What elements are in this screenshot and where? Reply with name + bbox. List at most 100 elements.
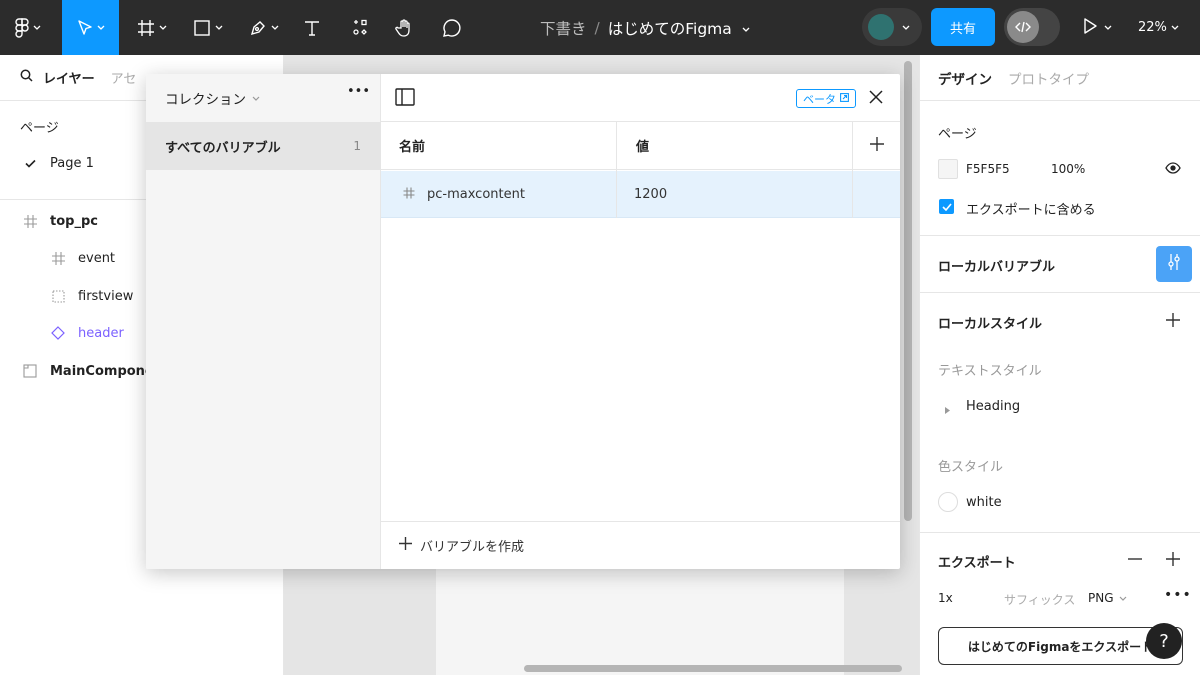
beta-badge[interactable]: ベータ (796, 89, 856, 108)
collections-dropdown[interactable]: コレクション (146, 74, 380, 122)
cursor-icon (77, 19, 93, 37)
share-button[interactable]: 共有 (931, 8, 995, 46)
file-name[interactable]: はじめてのFigma (608, 17, 732, 39)
caret-right-icon[interactable] (945, 403, 950, 418)
layer-name: top_pc (50, 213, 98, 229)
modal-header: ベータ (381, 74, 900, 122)
page-section-heading: ページ (938, 127, 977, 142)
collection-item[interactable]: すべてのバリアブル 1 (146, 122, 381, 170)
tab-layers[interactable]: レイヤー (43, 68, 95, 87)
variable-value-cell[interactable]: 1200 (634, 171, 667, 218)
create-variable-button[interactable]: バリアブルを作成 (381, 521, 900, 569)
code-icon (1007, 11, 1039, 43)
layer-item[interactable]: header (50, 315, 124, 351)
variable-name-cell[interactable]: pc-maxcontent (403, 171, 525, 218)
move-tool-button[interactable] (62, 0, 119, 55)
local-variables-modal: コレクション ••• すべてのバリアブル 1 ベータ 名前 値 pc-maxco… (146, 74, 900, 569)
project-name[interactable]: 下書き (540, 17, 587, 39)
column-header-name[interactable]: 名前 (381, 122, 617, 170)
collection-count: 1 (353, 139, 361, 153)
figma-logo-icon (15, 17, 29, 38)
horizontal-scrollbar[interactable] (524, 665, 902, 672)
create-variable-label: バリアブルを作成 (420, 540, 525, 555)
layer-name: firstview (78, 288, 134, 304)
file-title[interactable]: 下書き / はじめてのFigma (540, 0, 750, 55)
export-settings-more-icon[interactable]: ••• (1164, 587, 1192, 603)
tab-prototype[interactable]: プロトタイプ (1008, 68, 1089, 88)
checkmark-icon (22, 155, 38, 171)
chevron-down-icon (215, 25, 223, 31)
text-icon (303, 19, 321, 37)
page-name: Page 1 (50, 155, 94, 171)
frame-icon (137, 19, 155, 37)
local-variables-heading: ローカルバリアブル (938, 260, 1056, 275)
layer-name: event (78, 250, 116, 266)
help-button[interactable]: ? (1146, 623, 1182, 659)
minus-icon[interactable] (1128, 552, 1142, 570)
export-suffix-input[interactable]: サフィックス (1004, 591, 1075, 608)
zoom-dropdown[interactable]: 22% (1138, 0, 1179, 55)
eye-icon[interactable] (1165, 162, 1181, 178)
variable-row[interactable]: pc-maxcontent 1200 (381, 171, 900, 218)
column-divider (852, 122, 853, 218)
layer-item[interactable]: MainComponen (22, 353, 163, 389)
color-styles-heading: 色スタイル (938, 460, 1004, 475)
divider (920, 532, 1200, 533)
components-grid-icon (351, 19, 369, 37)
search-icon[interactable] (20, 69, 33, 86)
local-styles-heading: ローカルスタイル (938, 317, 1043, 332)
chevron-down-icon (1119, 591, 1127, 605)
export-heading: エクスポート (938, 556, 1016, 571)
comment-icon (442, 18, 462, 38)
close-icon[interactable] (867, 88, 885, 110)
multiplayer-avatar-button[interactable] (862, 8, 922, 46)
variable-name: pc-maxcontent (427, 187, 525, 202)
frame-icon (50, 250, 66, 266)
layer-item[interactable]: top_pc (22, 203, 98, 239)
export-format-select[interactable]: PNG (1088, 591, 1127, 605)
hand-tool-button[interactable] (390, 0, 420, 55)
variables-table-panel: ベータ 名前 値 pc-maxcontent 1200 バリアブルを作成 (381, 74, 900, 569)
main-menu-button[interactable] (0, 0, 56, 55)
beta-label: ベータ (803, 92, 836, 106)
rectangle-icon (193, 19, 211, 37)
color-style-item[interactable]: white (966, 495, 1002, 510)
frame-tool-button[interactable] (130, 0, 174, 55)
chevron-down-icon (1104, 20, 1112, 35)
tab-design[interactable]: デザイン (938, 68, 992, 88)
text-tool-button[interactable] (298, 0, 326, 55)
tab-assets[interactable]: アセ (111, 68, 137, 87)
hand-icon (395, 18, 415, 38)
shape-tool-button[interactable] (186, 0, 230, 55)
color-style-swatch[interactable] (938, 492, 958, 512)
page-opacity[interactable]: 100% (1051, 162, 1085, 176)
chevron-down-icon (902, 20, 910, 35)
export-scale-select[interactable]: 1x (938, 591, 953, 605)
add-mode-button[interactable] (853, 122, 900, 170)
resources-tool-button[interactable] (346, 0, 374, 55)
layer-item[interactable]: firstview (50, 278, 133, 314)
column-header-value[interactable]: 値 (617, 122, 853, 170)
sidebar-toggle-icon[interactable] (395, 88, 415, 110)
dev-mode-toggle[interactable] (1004, 8, 1060, 46)
chevron-down-icon (1171, 20, 1179, 35)
open-variables-button[interactable] (1156, 246, 1192, 282)
pen-tool-button[interactable] (242, 0, 286, 55)
page-color-hex[interactable]: F5F5F5 (966, 162, 1010, 176)
page-item[interactable]: Page 1 (22, 145, 94, 181)
include-export-checkbox[interactable] (939, 199, 954, 214)
layer-item[interactable]: event (50, 240, 115, 276)
present-button[interactable] (1082, 0, 1112, 55)
right-panel-tabs: デザイン プロトタイプ (920, 55, 1200, 101)
page-color-swatch[interactable] (938, 159, 958, 179)
export-format-value: PNG (1088, 591, 1114, 605)
plus-icon (399, 537, 420, 554)
add-export-plus-icon[interactable] (1166, 552, 1180, 570)
text-style-item[interactable]: Heading (966, 399, 1020, 414)
vertical-scrollbar[interactable] (904, 61, 912, 521)
more-options-icon[interactable]: ••• (347, 84, 370, 99)
comment-tool-button[interactable] (438, 0, 466, 55)
add-style-plus-icon[interactable] (1166, 313, 1180, 331)
zoom-level: 22% (1138, 20, 1167, 35)
dashed-frame-icon (50, 288, 66, 304)
